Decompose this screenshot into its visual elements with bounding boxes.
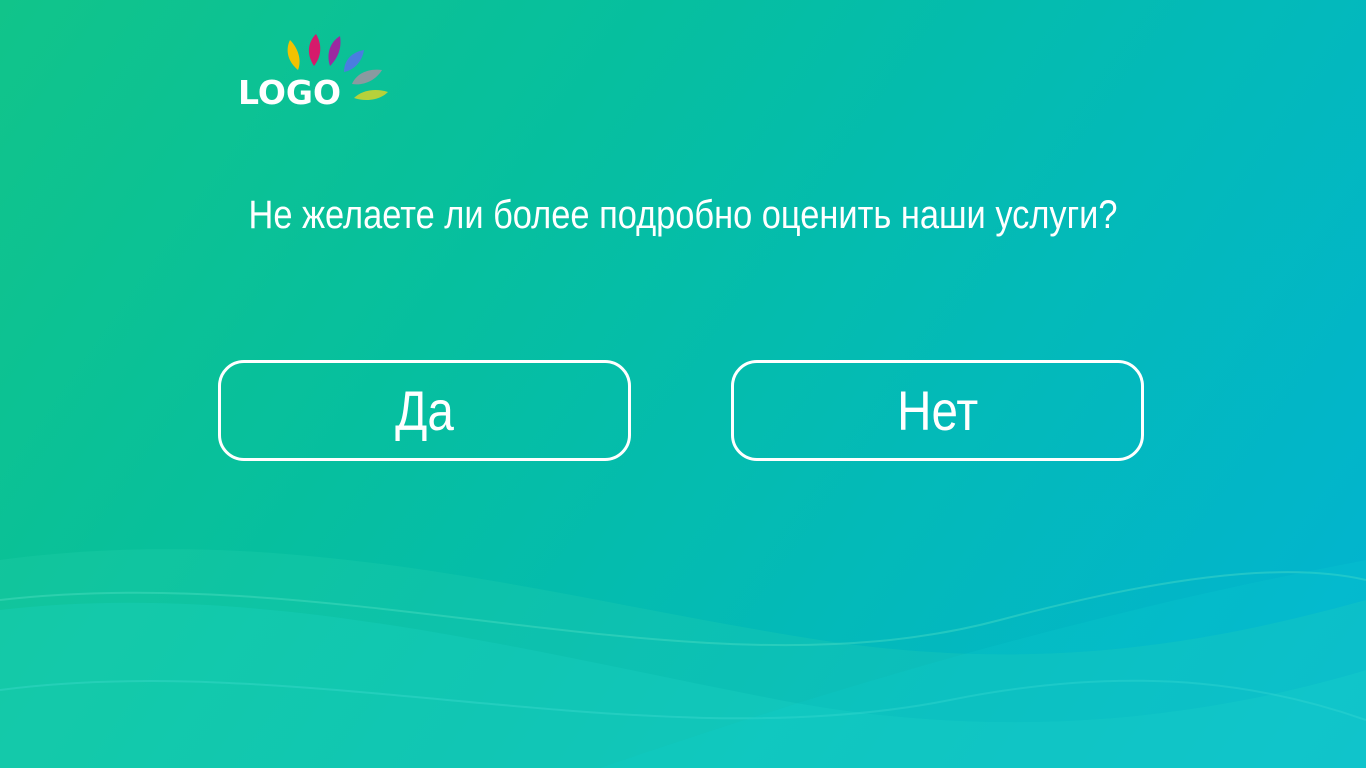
no-button-label: Нет [896,378,979,442]
yes-button-label: Да [395,378,454,442]
logo-text: LOGO [238,73,342,112]
background-waves [0,549,1366,768]
yes-button[interactable]: Да [218,360,631,461]
survey-question: Не желаете ли более подробно оценить наш… [248,193,1118,237]
no-button[interactable]: Нет [731,360,1144,461]
logo: LOGO [236,30,396,114]
